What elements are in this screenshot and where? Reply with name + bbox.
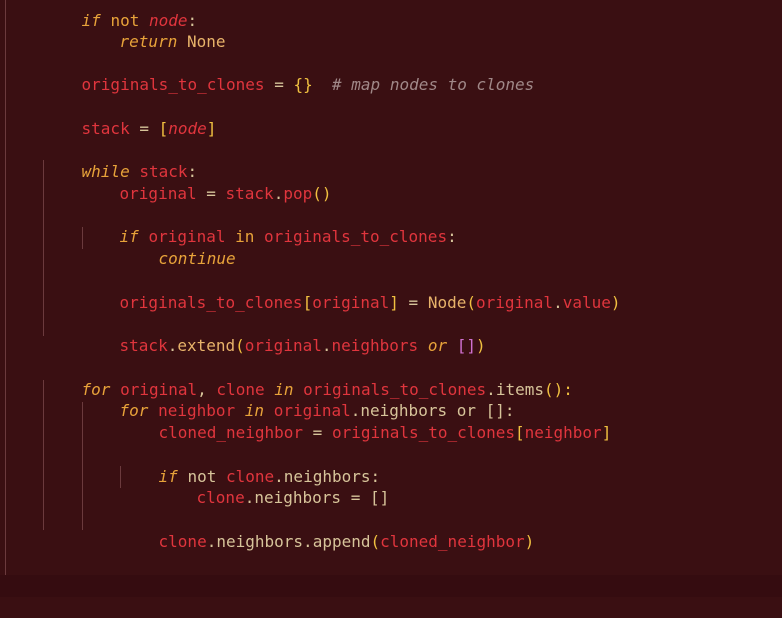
bracket: ] xyxy=(601,423,612,442)
code-line[interactable]: continue xyxy=(120,226,236,268)
bracket: ) xyxy=(476,336,486,355)
method: extend xyxy=(177,336,236,355)
constant: None xyxy=(186,32,226,51)
bracket: ( xyxy=(370,532,381,551)
editor-bottom-strip xyxy=(0,575,782,597)
variable: original xyxy=(119,184,197,203)
code-line[interactable]: if original in originals_to_clones: xyxy=(81,204,457,246)
keyword: continue xyxy=(158,249,236,268)
variable: cloned_neighbor xyxy=(380,532,525,551)
punctuation: . xyxy=(244,488,255,507)
variable: originals_to_clones xyxy=(331,423,515,442)
bracket: [] xyxy=(456,336,476,355)
variable: originals_to_clones xyxy=(119,293,303,312)
variable: original xyxy=(244,336,322,355)
parameter: node xyxy=(168,119,207,138)
attribute: neighbors xyxy=(254,488,342,507)
punctuation: . xyxy=(553,293,563,312)
variable: original xyxy=(312,293,390,312)
bracket: () xyxy=(312,184,332,203)
bracket: [ xyxy=(302,293,313,312)
code-line[interactable]: originals_to_clones = {} # map nodes to … xyxy=(43,52,535,94)
attribute: neighbors xyxy=(331,336,419,355)
variable: clone xyxy=(196,488,245,507)
variable: stack xyxy=(119,336,168,355)
bracket: ( xyxy=(466,293,476,312)
variable: clone xyxy=(158,532,207,551)
code-line[interactable]: if not clone.neighbors: xyxy=(120,444,381,486)
method: append xyxy=(312,532,371,551)
variable: stack xyxy=(81,119,130,138)
bracket: ] xyxy=(206,119,217,138)
operator: = xyxy=(274,75,284,94)
code-line[interactable]: return originals_to_clones[node] xyxy=(43,552,390,594)
variable: cloned_neighbor xyxy=(158,423,304,442)
variable: neighbor xyxy=(524,423,602,442)
code-line[interactable]: clone.neighbors.append(cloned_neighbor) xyxy=(120,509,535,551)
bracket: ( xyxy=(235,336,245,355)
comment: # map nodes to clones xyxy=(332,75,535,94)
keyword: return xyxy=(119,32,178,51)
indent-guide xyxy=(5,0,6,575)
code-line[interactable]: cloned_neighbor = originals_to_clones[ne… xyxy=(120,400,612,442)
operator: = xyxy=(408,293,419,312)
punctuation: . xyxy=(273,184,284,203)
bracket: ) xyxy=(610,293,621,312)
punctuation: : xyxy=(447,227,457,246)
operator: = xyxy=(139,119,149,138)
bracket: [] xyxy=(369,488,390,507)
operator: = xyxy=(350,488,361,507)
punctuation: . xyxy=(167,336,178,355)
method: pop xyxy=(283,184,313,203)
class-name: Node xyxy=(427,293,467,312)
keyword: in xyxy=(235,227,255,246)
attribute: value xyxy=(562,293,611,312)
punctuation: . xyxy=(303,532,313,551)
bracket: ) xyxy=(524,532,535,551)
variable: originals_to_clones xyxy=(264,227,448,246)
code-line[interactable]: return None xyxy=(81,9,226,51)
bracket: ] xyxy=(389,293,399,312)
bracket: (): xyxy=(543,380,573,399)
variable: original xyxy=(476,293,554,312)
variable: originals_to_clones xyxy=(81,75,265,94)
code-line[interactable]: original = stack.pop() xyxy=(81,161,332,203)
code-line[interactable]: clone.neighbors = [] xyxy=(158,465,390,507)
code-editor[interactable]: if not node: return None originals_to_cl… xyxy=(0,0,782,597)
bracket: [ xyxy=(158,119,169,138)
code-line[interactable]: for original, clone in originals_to_clon… xyxy=(43,357,573,399)
code-line[interactable]: stack = [node] xyxy=(43,96,217,138)
variable: stack xyxy=(225,184,274,203)
attribute: neighbors xyxy=(216,532,304,551)
bracket: [ xyxy=(514,423,525,442)
code-line[interactable]: for neighbor in original.neighbors or []… xyxy=(81,378,515,420)
punctuation: . xyxy=(206,532,217,551)
bracket: {} xyxy=(293,75,313,94)
keyword: or xyxy=(427,336,448,355)
operator: = xyxy=(206,184,216,203)
operator: = xyxy=(312,423,323,442)
code-line[interactable]: while stack: xyxy=(43,139,198,181)
code-line[interactable]: stack.extend(original.neighbors or []) xyxy=(81,313,486,355)
code-line[interactable]: originals_to_clones[original] = Node(ori… xyxy=(81,270,621,312)
